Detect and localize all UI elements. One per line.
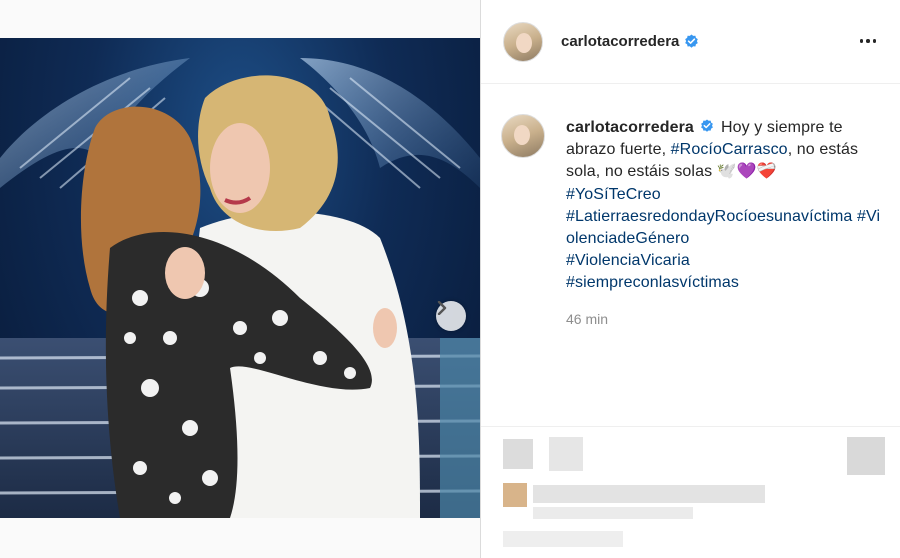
- hashtag-link[interactable]: #RocíoCarrasco: [671, 141, 788, 158]
- caption-avatar[interactable]: [501, 114, 545, 158]
- post-caption: carlotacorredera Hoy y siempre te abrazo…: [566, 117, 884, 295]
- post-photo-illustration: [0, 58, 480, 518]
- hashtag-link[interactable]: #LatierraesredondayRocíoesunavíctima: [566, 208, 852, 225]
- comment-icon[interactable]: [549, 437, 583, 471]
- next-image-button[interactable]: [436, 301, 466, 331]
- verified-badge-icon: [701, 119, 714, 132]
- caption-area: carlotacorredera Hoy y siempre te abrazo…: [481, 84, 900, 426]
- likes-text-blurred: [533, 485, 765, 503]
- media-top-padding: [0, 0, 480, 38]
- hashtag-link[interactable]: #siempreconlasvíctimas: [566, 274, 739, 291]
- post-details-panel: carlotacorredera carlotacorredera Hoy y …: [480, 0, 900, 558]
- like-icon[interactable]: [503, 439, 533, 469]
- date-blurred: [503, 531, 623, 547]
- verified-badge-icon: [685, 34, 699, 48]
- post-timestamp[interactable]: 46 min: [566, 311, 608, 327]
- header-username[interactable]: carlotacorredera: [561, 33, 679, 50]
- chevron-right-icon: [437, 301, 447, 315]
- likes-avatar: [503, 483, 527, 507]
- media-bottom-padding: [0, 518, 480, 558]
- avatar[interactable]: [503, 21, 543, 62]
- instagram-post: carlotacorredera carlotacorredera Hoy y …: [0, 0, 900, 558]
- hashtag-link[interactable]: #YoSíTeCreo: [566, 186, 661, 203]
- post-image[interactable]: [0, 38, 480, 518]
- caption-username[interactable]: carlotacorredera: [566, 119, 694, 136]
- more-options-icon[interactable]: [857, 30, 879, 52]
- hashtag-link[interactable]: #ViolenciaVicaria: [566, 252, 690, 269]
- post-header: carlotacorredera: [481, 0, 900, 84]
- likes-subtext-blurred: [533, 507, 693, 519]
- save-icon[interactable]: [847, 437, 885, 475]
- actions-area-pixelated: [481, 426, 900, 558]
